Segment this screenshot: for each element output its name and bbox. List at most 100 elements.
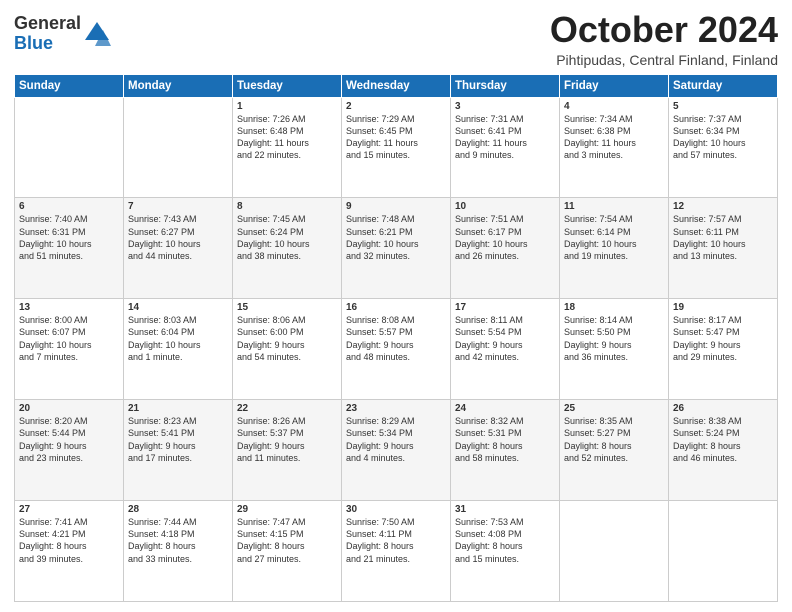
cell-content: Sunrise: 8:29 AM Sunset: 5:34 PM Dayligh… bbox=[346, 415, 446, 464]
day-number: 20 bbox=[19, 403, 119, 414]
calendar-cell: 27Sunrise: 7:41 AM Sunset: 4:21 PM Dayli… bbox=[15, 501, 124, 602]
logo-text: General Blue bbox=[14, 14, 81, 54]
day-number: 6 bbox=[19, 201, 119, 212]
page: General Blue October 2024 Pihtipudas, Ce… bbox=[0, 0, 792, 612]
calendar-cell: 20Sunrise: 8:20 AM Sunset: 5:44 PM Dayli… bbox=[15, 400, 124, 501]
calendar-cell: 31Sunrise: 7:53 AM Sunset: 4:08 PM Dayli… bbox=[451, 501, 560, 602]
calendar-day-header: Wednesday bbox=[342, 74, 451, 97]
cell-content: Sunrise: 8:26 AM Sunset: 5:37 PM Dayligh… bbox=[237, 415, 337, 464]
cell-content: Sunrise: 7:47 AM Sunset: 4:15 PM Dayligh… bbox=[237, 516, 337, 565]
cell-content: Sunrise: 7:50 AM Sunset: 4:11 PM Dayligh… bbox=[346, 516, 446, 565]
cell-content: Sunrise: 8:14 AM Sunset: 5:50 PM Dayligh… bbox=[564, 314, 664, 363]
calendar-day-header: Monday bbox=[124, 74, 233, 97]
calendar-cell: 18Sunrise: 8:14 AM Sunset: 5:50 PM Dayli… bbox=[560, 299, 669, 400]
day-number: 12 bbox=[673, 201, 773, 212]
calendar-cell: 23Sunrise: 8:29 AM Sunset: 5:34 PM Dayli… bbox=[342, 400, 451, 501]
cell-content: Sunrise: 7:37 AM Sunset: 6:34 PM Dayligh… bbox=[673, 113, 773, 162]
calendar-week-row: 13Sunrise: 8:00 AM Sunset: 6:07 PM Dayli… bbox=[15, 299, 778, 400]
calendar-cell: 3Sunrise: 7:31 AM Sunset: 6:41 PM Daylig… bbox=[451, 97, 560, 198]
day-number: 15 bbox=[237, 302, 337, 313]
cell-content: Sunrise: 7:34 AM Sunset: 6:38 PM Dayligh… bbox=[564, 113, 664, 162]
day-number: 16 bbox=[346, 302, 446, 313]
cell-content: Sunrise: 8:20 AM Sunset: 5:44 PM Dayligh… bbox=[19, 415, 119, 464]
calendar-cell: 24Sunrise: 8:32 AM Sunset: 5:31 PM Dayli… bbox=[451, 400, 560, 501]
day-number: 25 bbox=[564, 403, 664, 414]
cell-content: Sunrise: 8:03 AM Sunset: 6:04 PM Dayligh… bbox=[128, 314, 228, 363]
day-number: 11 bbox=[564, 201, 664, 212]
calendar-cell bbox=[669, 501, 778, 602]
calendar-cell: 22Sunrise: 8:26 AM Sunset: 5:37 PM Dayli… bbox=[233, 400, 342, 501]
day-number: 18 bbox=[564, 302, 664, 313]
calendar-day-header: Friday bbox=[560, 74, 669, 97]
cell-content: Sunrise: 7:40 AM Sunset: 6:31 PM Dayligh… bbox=[19, 213, 119, 262]
cell-content: Sunrise: 8:00 AM Sunset: 6:07 PM Dayligh… bbox=[19, 314, 119, 363]
cell-content: Sunrise: 7:41 AM Sunset: 4:21 PM Dayligh… bbox=[19, 516, 119, 565]
logo-icon bbox=[83, 20, 111, 48]
day-number: 24 bbox=[455, 403, 555, 414]
calendar-cell: 28Sunrise: 7:44 AM Sunset: 4:18 PM Dayli… bbox=[124, 501, 233, 602]
day-number: 23 bbox=[346, 403, 446, 414]
calendar-week-row: 27Sunrise: 7:41 AM Sunset: 4:21 PM Dayli… bbox=[15, 501, 778, 602]
day-number: 21 bbox=[128, 403, 228, 414]
cell-content: Sunrise: 7:26 AM Sunset: 6:48 PM Dayligh… bbox=[237, 113, 337, 162]
cell-content: Sunrise: 8:23 AM Sunset: 5:41 PM Dayligh… bbox=[128, 415, 228, 464]
day-number: 14 bbox=[128, 302, 228, 313]
day-number: 10 bbox=[455, 201, 555, 212]
calendar-cell: 13Sunrise: 8:00 AM Sunset: 6:07 PM Dayli… bbox=[15, 299, 124, 400]
calendar-day-header: Thursday bbox=[451, 74, 560, 97]
calendar-cell: 1Sunrise: 7:26 AM Sunset: 6:48 PM Daylig… bbox=[233, 97, 342, 198]
calendar-cell: 29Sunrise: 7:47 AM Sunset: 4:15 PM Dayli… bbox=[233, 501, 342, 602]
cell-content: Sunrise: 8:08 AM Sunset: 5:57 PM Dayligh… bbox=[346, 314, 446, 363]
day-number: 31 bbox=[455, 504, 555, 515]
calendar-cell: 2Sunrise: 7:29 AM Sunset: 6:45 PM Daylig… bbox=[342, 97, 451, 198]
cell-content: Sunrise: 7:31 AM Sunset: 6:41 PM Dayligh… bbox=[455, 113, 555, 162]
day-number: 27 bbox=[19, 504, 119, 515]
cell-content: Sunrise: 8:17 AM Sunset: 5:47 PM Dayligh… bbox=[673, 314, 773, 363]
day-number: 17 bbox=[455, 302, 555, 313]
cell-content: Sunrise: 7:43 AM Sunset: 6:27 PM Dayligh… bbox=[128, 213, 228, 262]
title-area: October 2024 Pihtipudas, Central Finland… bbox=[550, 10, 778, 68]
calendar-header-row: SundayMondayTuesdayWednesdayThursdayFrid… bbox=[15, 74, 778, 97]
day-number: 3 bbox=[455, 101, 555, 112]
day-number: 5 bbox=[673, 101, 773, 112]
cell-content: Sunrise: 8:06 AM Sunset: 6:00 PM Dayligh… bbox=[237, 314, 337, 363]
calendar-cell bbox=[124, 97, 233, 198]
day-number: 30 bbox=[346, 504, 446, 515]
calendar-cell: 9Sunrise: 7:48 AM Sunset: 6:21 PM Daylig… bbox=[342, 198, 451, 299]
calendar-cell: 14Sunrise: 8:03 AM Sunset: 6:04 PM Dayli… bbox=[124, 299, 233, 400]
calendar-week-row: 20Sunrise: 8:20 AM Sunset: 5:44 PM Dayli… bbox=[15, 400, 778, 501]
cell-content: Sunrise: 7:57 AM Sunset: 6:11 PM Dayligh… bbox=[673, 213, 773, 262]
calendar-cell: 11Sunrise: 7:54 AM Sunset: 6:14 PM Dayli… bbox=[560, 198, 669, 299]
logo: General Blue bbox=[14, 14, 111, 54]
logo-blue: Blue bbox=[14, 33, 53, 53]
day-number: 4 bbox=[564, 101, 664, 112]
logo-general: General bbox=[14, 13, 81, 33]
cell-content: Sunrise: 7:53 AM Sunset: 4:08 PM Dayligh… bbox=[455, 516, 555, 565]
calendar-cell bbox=[15, 97, 124, 198]
calendar-cell: 10Sunrise: 7:51 AM Sunset: 6:17 PM Dayli… bbox=[451, 198, 560, 299]
calendar-cell: 15Sunrise: 8:06 AM Sunset: 6:00 PM Dayli… bbox=[233, 299, 342, 400]
cell-content: Sunrise: 7:48 AM Sunset: 6:21 PM Dayligh… bbox=[346, 213, 446, 262]
calendar-cell bbox=[560, 501, 669, 602]
cell-content: Sunrise: 8:38 AM Sunset: 5:24 PM Dayligh… bbox=[673, 415, 773, 464]
cell-content: Sunrise: 8:35 AM Sunset: 5:27 PM Dayligh… bbox=[564, 415, 664, 464]
calendar-cell: 17Sunrise: 8:11 AM Sunset: 5:54 PM Dayli… bbox=[451, 299, 560, 400]
calendar-cell: 19Sunrise: 8:17 AM Sunset: 5:47 PM Dayli… bbox=[669, 299, 778, 400]
calendar-cell: 6Sunrise: 7:40 AM Sunset: 6:31 PM Daylig… bbox=[15, 198, 124, 299]
header: General Blue October 2024 Pihtipudas, Ce… bbox=[14, 10, 778, 68]
cell-content: Sunrise: 7:45 AM Sunset: 6:24 PM Dayligh… bbox=[237, 213, 337, 262]
calendar-day-header: Tuesday bbox=[233, 74, 342, 97]
calendar-cell: 25Sunrise: 8:35 AM Sunset: 5:27 PM Dayli… bbox=[560, 400, 669, 501]
day-number: 13 bbox=[19, 302, 119, 313]
day-number: 29 bbox=[237, 504, 337, 515]
day-number: 2 bbox=[346, 101, 446, 112]
calendar-table: SundayMondayTuesdayWednesdayThursdayFrid… bbox=[14, 74, 778, 602]
calendar-week-row: 6Sunrise: 7:40 AM Sunset: 6:31 PM Daylig… bbox=[15, 198, 778, 299]
cell-content: Sunrise: 8:11 AM Sunset: 5:54 PM Dayligh… bbox=[455, 314, 555, 363]
cell-content: Sunrise: 7:44 AM Sunset: 4:18 PM Dayligh… bbox=[128, 516, 228, 565]
cell-content: Sunrise: 7:29 AM Sunset: 6:45 PM Dayligh… bbox=[346, 113, 446, 162]
cell-content: Sunrise: 7:54 AM Sunset: 6:14 PM Dayligh… bbox=[564, 213, 664, 262]
calendar-week-row: 1Sunrise: 7:26 AM Sunset: 6:48 PM Daylig… bbox=[15, 97, 778, 198]
calendar-day-header: Sunday bbox=[15, 74, 124, 97]
calendar-cell: 30Sunrise: 7:50 AM Sunset: 4:11 PM Dayli… bbox=[342, 501, 451, 602]
